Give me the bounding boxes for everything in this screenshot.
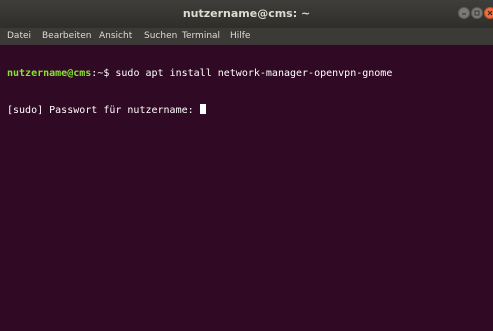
window-title: nutzername@cms: ~ bbox=[182, 7, 311, 20]
minimize-icon bbox=[462, 13, 466, 15]
terminal-window: nutzername@cms: ~ Datei Bearbeiten Ansic… bbox=[0, 0, 493, 331]
minimize-button[interactable] bbox=[458, 7, 470, 19]
command-text: sudo apt install network-manager-openvpn… bbox=[115, 68, 393, 79]
menu-terminal[interactable]: Terminal bbox=[182, 29, 220, 43]
prompt-user-host: nutzername@cms bbox=[7, 68, 92, 79]
menu-bearbeiten[interactable]: Bearbeiten bbox=[42, 29, 91, 43]
text-cursor bbox=[199, 104, 206, 114]
menu-ansicht[interactable]: Ansicht bbox=[99, 29, 132, 43]
maximize-icon bbox=[474, 10, 480, 16]
menu-datei[interactable]: Datei bbox=[7, 29, 31, 43]
close-button[interactable] bbox=[484, 7, 493, 19]
sudo-prompt-text: [sudo] Passwort für nutzername: bbox=[7, 105, 200, 116]
prompt-path: :~$ bbox=[91, 68, 116, 79]
sudo-prompt-line: [sudo] Passwort für nutzername: bbox=[7, 104, 493, 116]
menu-suchen[interactable]: Suchen bbox=[144, 29, 177, 43]
close-icon bbox=[487, 10, 493, 16]
command-line: nutzername@cms:~$ sudo apt install netwo… bbox=[7, 68, 493, 80]
terminal-output[interactable]: nutzername@cms:~$ sudo apt install netwo… bbox=[7, 44, 493, 140]
menu-hilfe[interactable]: Hilfe bbox=[230, 29, 250, 43]
menu-bar: Datei Bearbeiten Ansicht Suchen Terminal… bbox=[0, 28, 493, 45]
title-bar[interactable]: nutzername@cms: ~ bbox=[0, 0, 493, 28]
maximize-button[interactable] bbox=[471, 7, 483, 19]
